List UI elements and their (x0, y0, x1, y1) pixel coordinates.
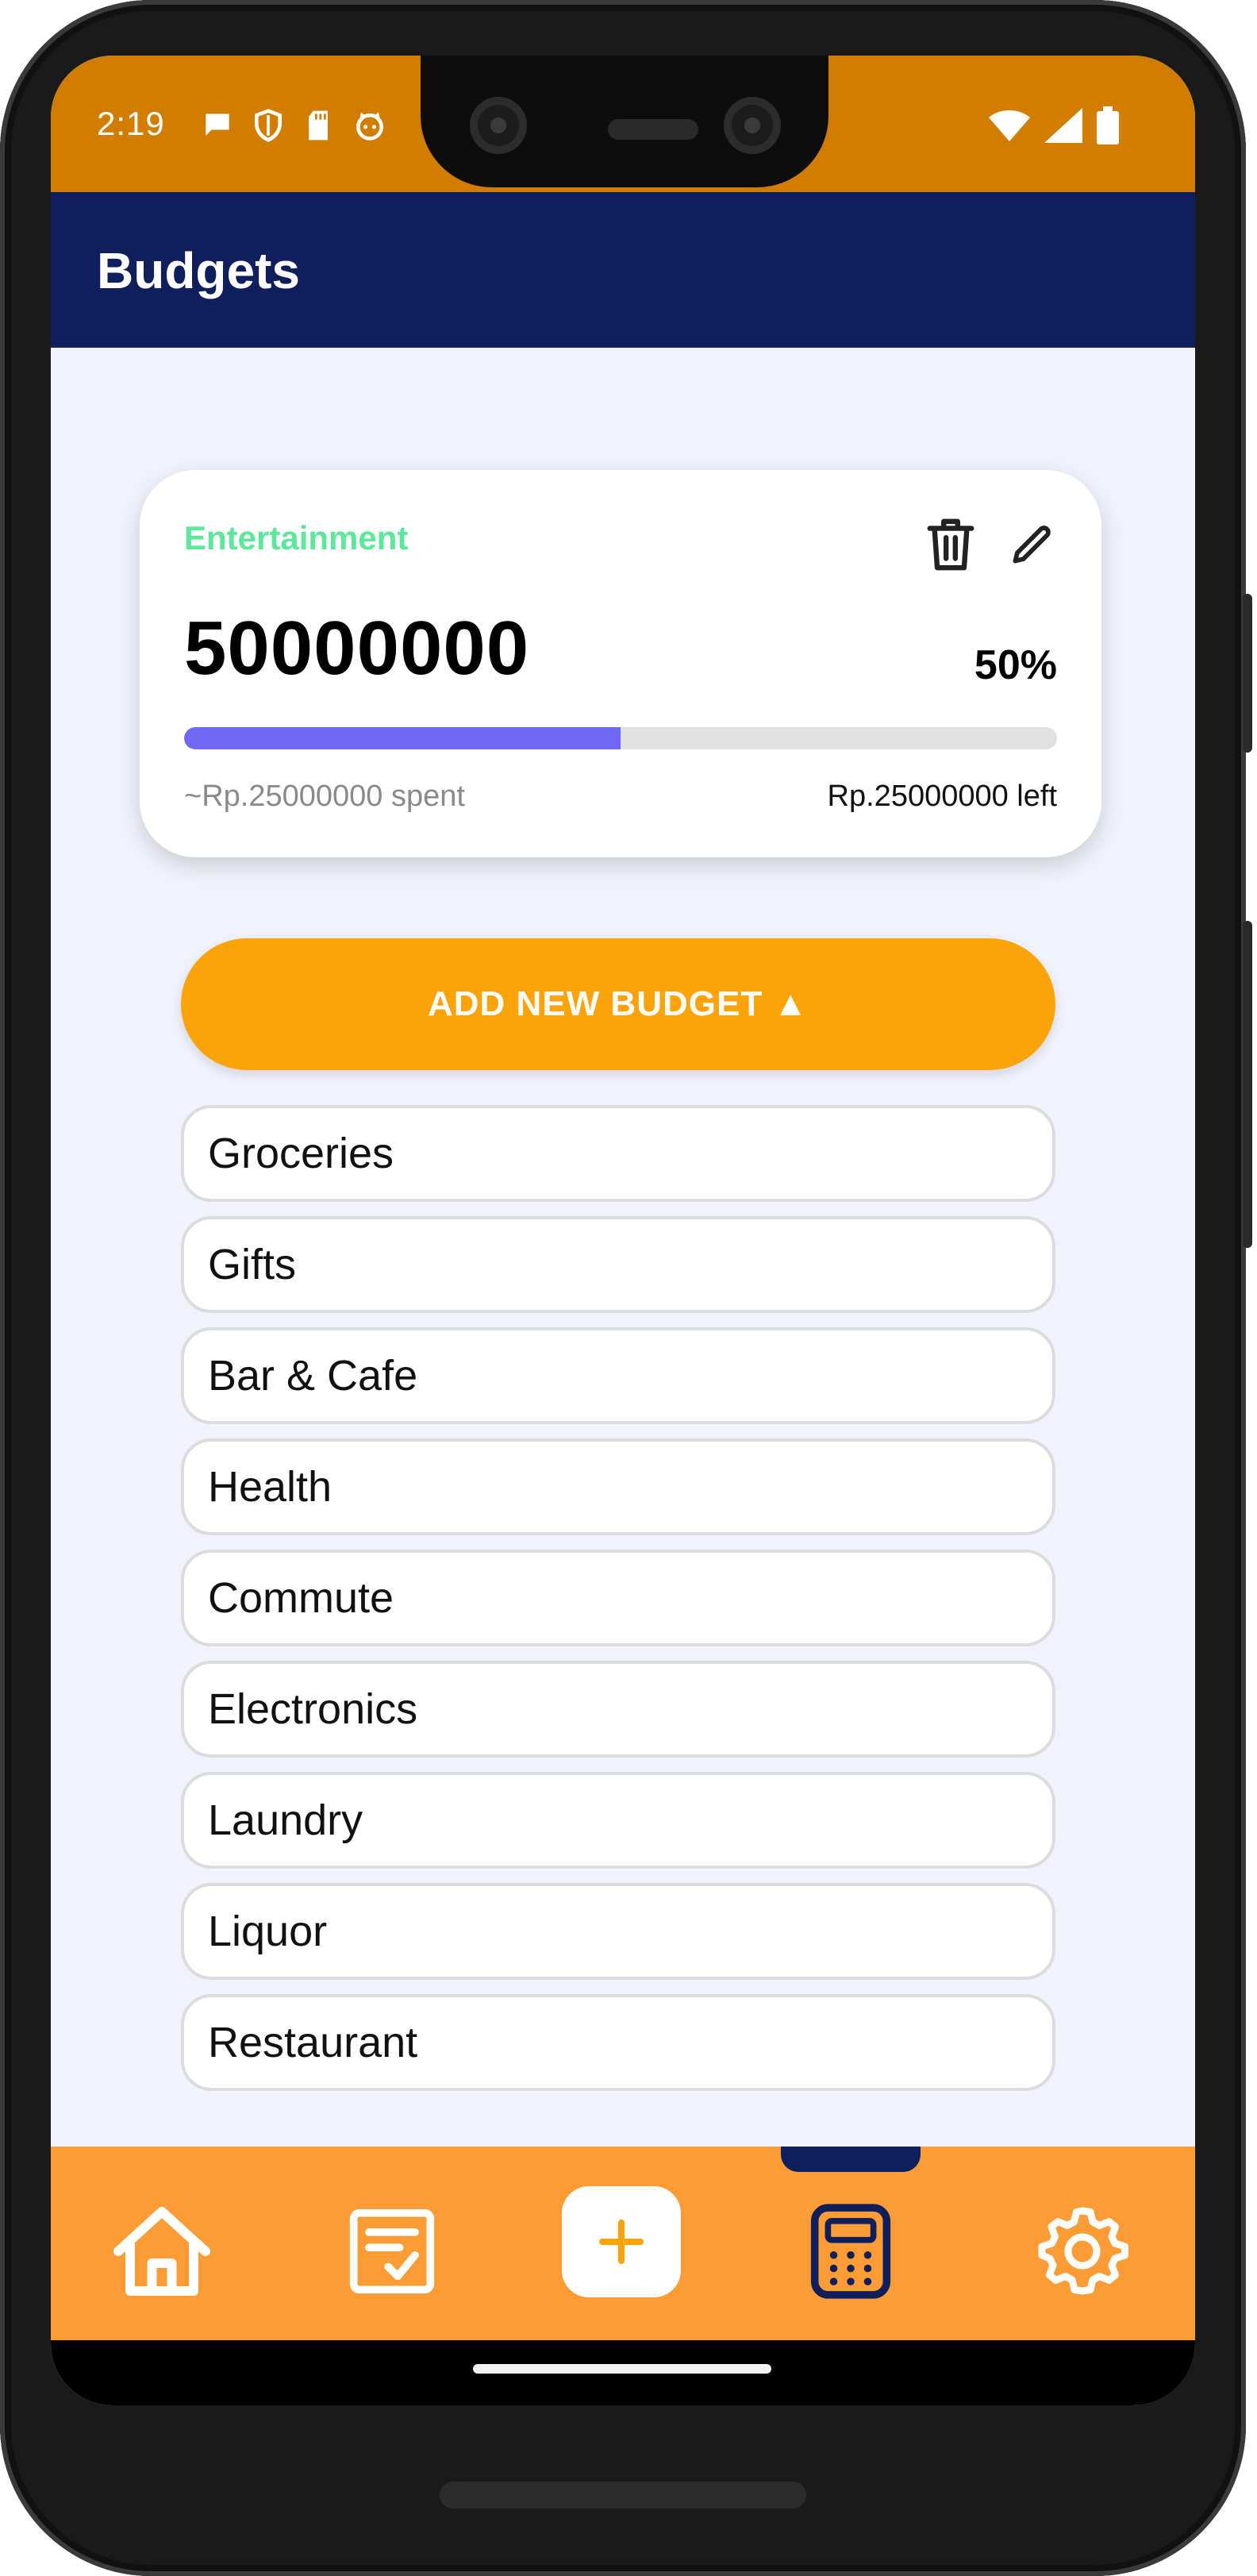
status-time: 2:19 (97, 105, 165, 142)
gear-icon (1038, 2207, 1128, 2295)
home-icon (113, 2207, 210, 2296)
sd-card-icon (309, 110, 328, 141)
add-new-budget-button[interactable]: ADD NEW BUDGET ▲ (181, 938, 1055, 1070)
system-icons (989, 106, 1119, 144)
category-option[interactable]: Electronics (181, 1661, 1055, 1758)
budget-card[interactable]: Entertainment 50000000 50% ~Rp.25000000 (140, 470, 1101, 857)
volume-button (1243, 921, 1252, 1248)
active-tab-indicator (781, 2147, 921, 2172)
front-camera (470, 97, 527, 154)
power-button (1243, 594, 1252, 753)
trash-icon (927, 518, 974, 571)
phone-frame: 2:19 Budgets Entertainment 50000000 50% … (0, 0, 1252, 2576)
budget-amount: 50000000 (184, 606, 530, 691)
page-title: Budgets (97, 242, 300, 299)
category-option[interactable]: Gifts (181, 1216, 1055, 1313)
nav-home[interactable] (106, 2196, 217, 2307)
category-option[interactable]: Commute (181, 1550, 1055, 1646)
category-option[interactable]: Groceries (181, 1105, 1055, 1202)
chat-bubble-icon (206, 114, 229, 136)
cat-face-icon (356, 112, 383, 141)
screen: 2:19 Budgets Entertainment 50000000 50% … (51, 56, 1195, 2405)
budget-left-text: Rp.25000000 left (827, 780, 1057, 813)
category-option[interactable]: Bar & Cafe (181, 1327, 1055, 1424)
pencil-icon (1013, 526, 1051, 564)
system-nav-bar (51, 2340, 1195, 2405)
battery-icon (1097, 106, 1119, 144)
nav-settings[interactable] (1027, 2196, 1138, 2307)
budget-progress-fill (184, 727, 621, 749)
budget-progress-bar (184, 727, 1057, 749)
edit-budget-button[interactable] (998, 511, 1065, 578)
nav-tasks[interactable] (336, 2196, 448, 2307)
earpiece (608, 119, 698, 140)
category-option[interactable]: Restaurant (181, 1994, 1055, 2091)
plus-icon (599, 2220, 644, 2264)
category-option[interactable]: Health (181, 1438, 1055, 1535)
bottom-nav (51, 2147, 1195, 2340)
shield-icon (255, 109, 282, 142)
bottom-speaker (440, 2482, 806, 2509)
calculator-icon (810, 2204, 891, 2299)
category-option[interactable]: Liquor (181, 1883, 1055, 1980)
budget-category: Entertainment (184, 519, 409, 556)
app-bar: Budgets (51, 192, 1195, 348)
front-sensor (724, 97, 781, 154)
budget-percent: 50% (974, 642, 1057, 688)
camera-notch (421, 56, 828, 187)
status-bar: 2:19 (51, 56, 1195, 192)
home-gesture-bar[interactable] (473, 2364, 771, 2374)
nav-budget[interactable] (795, 2196, 906, 2307)
cell-signal-icon (1044, 108, 1082, 143)
checklist-icon (349, 2208, 435, 2294)
wifi-icon (989, 110, 1030, 141)
delete-budget-button[interactable] (917, 511, 984, 578)
category-option[interactable]: Laundry (181, 1772, 1055, 1869)
notification-icons (200, 108, 387, 143)
budget-spent-text: ~Rp.25000000 spent (184, 780, 465, 813)
category-list: Groceries Gifts Bar & Cafe Health Commute Ele… (181, 1105, 1055, 2105)
nav-add-button[interactable] (562, 2186, 681, 2297)
